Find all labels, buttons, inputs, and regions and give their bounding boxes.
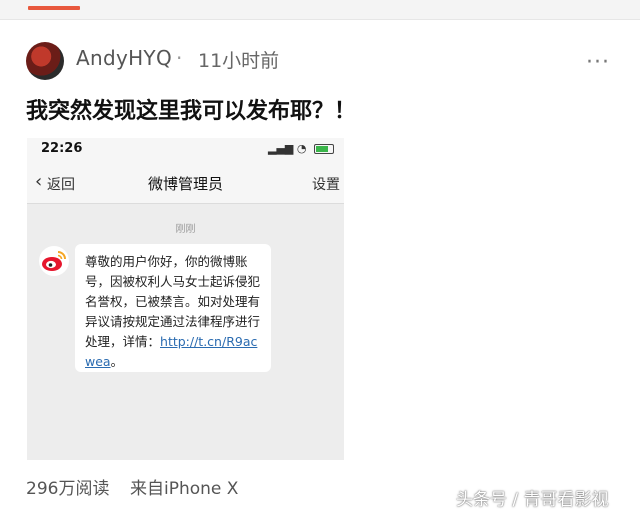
post-source: 来自iPhone X [130, 479, 239, 499]
status-bar: 22:26 ▂▄▆ ◔ [27, 138, 344, 162]
weibo-logo-icon [39, 246, 69, 276]
signal-icon: ▂▄▆ [268, 142, 294, 155]
watermark: 头条号 / 青哥看影视 [456, 490, 609, 510]
separator: · [176, 46, 183, 70]
status-time: 22:26 [41, 141, 83, 156]
read-count: 296万阅读 [26, 479, 110, 499]
message-bubble: 尊敬的用户你好，你的微博账号，因被权利人马女士起诉侵犯名誉权，已被禁言。如对处理… [75, 244, 271, 372]
post-text: 我突然发现这里我可以发布耶？！ [26, 99, 357, 124]
wifi-icon: ◔ [296, 142, 307, 155]
signal-wifi-battery-icons: ▂▄▆ ◔ [268, 142, 334, 155]
embedded-screenshot[interactable]: 22:26 ▂▄▆ ◔ ‹ 返回 微博管理员 设置 刚刚 尊敬的用户你好，你的微… [27, 138, 344, 460]
avatar[interactable] [26, 42, 64, 80]
message-end: 。 [110, 354, 124, 369]
more-icon[interactable]: ··· [586, 50, 610, 75]
message-time: 刚刚 [175, 224, 196, 235]
chat-nav-bar: ‹ 返回 微博管理员 设置 [27, 162, 344, 204]
post-time: 11小时前 [198, 50, 280, 72]
battery-icon [314, 144, 334, 154]
message-content: 尊敬的用户你好，你的微博账号，因被权利人马女士起诉侵犯名誉权，已被禁言。如对处理… [85, 252, 261, 372]
username[interactable]: AndyHYQ [76, 46, 172, 70]
active-tab-indicator [28, 6, 80, 10]
top-strip [0, 0, 640, 20]
settings-button[interactable]: 设置 [312, 174, 340, 194]
chat-title: 微博管理员 [147, 175, 223, 193]
